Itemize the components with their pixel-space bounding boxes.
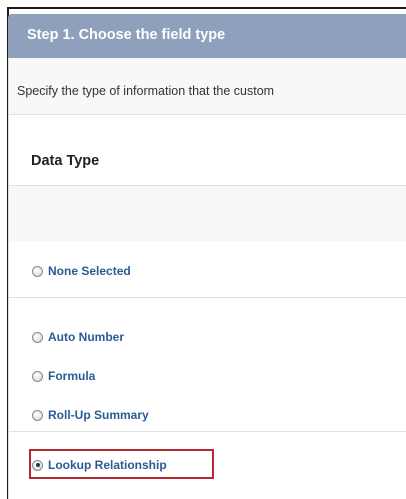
- option-lookup-relationship[interactable]: Lookup Relationship: [32, 458, 167, 472]
- radio-button[interactable]: [32, 265, 43, 277]
- option-formula[interactable]: Formula: [32, 369, 95, 383]
- option-label[interactable]: Auto Number: [48, 330, 124, 344]
- field-type-panel: [8, 58, 406, 499]
- section-header-row: [9, 185, 406, 241]
- option-auto-number[interactable]: Auto Number: [32, 330, 124, 344]
- option-label[interactable]: Lookup Relationship: [48, 458, 167, 472]
- option-roll-up-summary[interactable]: Roll-Up Summary: [32, 408, 149, 422]
- data-type-heading: Data Type: [31, 153, 100, 169]
- step-header: Step 1. Choose the field type: [8, 14, 406, 58]
- divider: [9, 114, 406, 115]
- radio-button[interactable]: [32, 409, 43, 421]
- divider: [9, 431, 406, 432]
- option-label[interactable]: None Selected: [48, 264, 131, 278]
- intro-text: Specify the type of information that the…: [17, 84, 275, 98]
- radio-button[interactable]: [32, 370, 43, 382]
- option-label[interactable]: Roll-Up Summary: [48, 408, 149, 422]
- radio-button[interactable]: [32, 331, 43, 343]
- radio-button-selected[interactable]: [32, 459, 43, 471]
- step-title: Step 1. Choose the field type: [27, 27, 226, 43]
- option-none-selected[interactable]: None Selected: [32, 264, 131, 278]
- divider: [9, 297, 406, 298]
- option-label[interactable]: Formula: [48, 369, 95, 383]
- divider: [9, 185, 406, 186]
